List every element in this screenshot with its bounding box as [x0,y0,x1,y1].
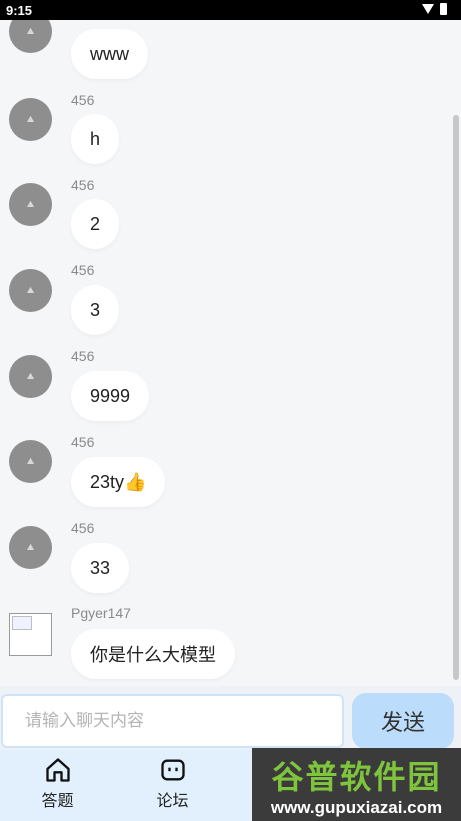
avatar-placeholder-icon: ⛰ [26,285,35,295]
user-avatar[interactable]: ⛰ [9,526,52,569]
message-bubble: h [71,114,120,164]
watermark-url: www.gupuxiazai.com [270,797,443,817]
message-bubble: 你是什么大模型 [71,629,235,679]
broken-image-icon [12,616,32,630]
status-time: 9:15 [6,3,33,18]
message-sender: 456 [71,520,95,536]
avatar-placeholder-icon: ⛰ [26,199,35,209]
user-avatar[interactable]: ⛰ [9,183,52,226]
avatar-placeholder-icon: ⛰ [26,542,35,552]
robot-icon [160,759,185,781]
message-sender: Pgyer147 [71,605,131,621]
chat-input[interactable] [1,694,344,748]
tab-answer[interactable]: 答题 [0,750,115,821]
site-watermark: 谷普软件园 www.gupuxiazai.com [252,748,461,821]
message-sender: 456 [71,177,95,193]
avatar-placeholder-icon: ⛰ [26,114,35,124]
wifi-icon [422,4,434,14]
message-sender: 456 [71,262,95,278]
message-bubble: 23ty👍 [71,457,166,507]
user-avatar[interactable]: ⛰ [9,20,52,53]
send-button[interactable]: 发送 [352,693,454,749]
message-sender: 456 [71,92,95,108]
message-bubble: www [71,29,148,79]
avatar-placeholder-icon: ⛰ [26,26,35,36]
avatar-placeholder-icon: ⛰ [26,456,35,466]
message-bubble: 3 [71,285,120,335]
chat-input-bar: 发送 [0,686,461,750]
user-avatar-image[interactable] [9,613,52,656]
message-bubble: 33 [71,543,130,593]
avatar-placeholder-icon: ⛰ [26,371,35,381]
user-avatar[interactable]: ⛰ [9,269,52,312]
status-icons [422,3,447,15]
chat-scrollbar[interactable] [453,115,459,680]
user-avatar[interactable]: ⛰ [9,355,52,398]
tab-forum[interactable]: 论坛 [115,750,230,821]
message-sender: 456 [71,348,95,364]
chat-message-list[interactable]: ⛰ www ⛰ 456 h ⛰ 456 2 ⛰ 456 3 ⛰ 456 9999… [0,20,461,686]
message-bubble: 2 [71,199,120,249]
watermark-title: 谷普软件园 [271,758,442,795]
status-bar: 9:15 [0,0,461,20]
tab-label: 答题 [41,793,74,810]
tab-label: 论坛 [156,793,189,810]
user-avatar[interactable]: ⛰ [9,440,52,483]
message-bubble: 9999 [71,371,150,421]
user-avatar[interactable]: ⛰ [9,98,52,141]
home-icon [45,758,70,782]
message-sender: 456 [71,434,95,450]
battery-icon [440,3,447,15]
